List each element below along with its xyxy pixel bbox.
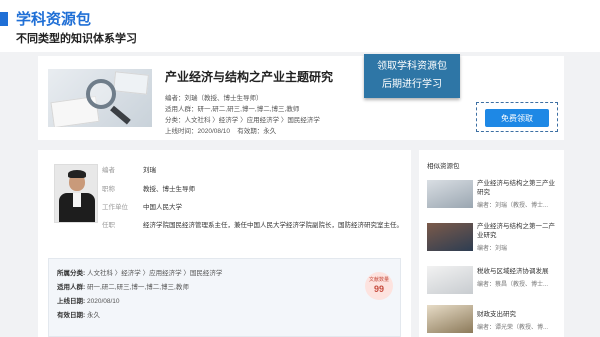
meta-label: 适用人群: [57, 284, 86, 291]
audience-value: 研一,研二,研三,博一,博二,博三,教师 [197, 106, 300, 113]
resource-meta-box: 所属分类: 人文社科 〉经济学 〉应用经济学 〉国民经济学 适用人群: 研一,研… [48, 258, 401, 337]
meta-value: 2020/08/10 [86, 298, 120, 305]
meta-label: 有效日期: [57, 312, 86, 319]
row-label: 职称 [102, 186, 115, 193]
paper-illustration [113, 71, 149, 95]
callout-line-2: 后期进行学习 [382, 79, 442, 90]
resource-info: 产业经济与结构之产业主题研究 编者：刘瑞（教授、博士生导师） 适用人群：研一,研… [165, 68, 333, 137]
author-avatar [54, 164, 98, 223]
related-item[interactable]: 税收与区域经济协调发展 编者：蔡昌（教授、博士... [427, 266, 559, 296]
resource-category: 分类：人文社科 〉经济学 〉应用经济学 〉国民经济学 [165, 115, 333, 126]
related-item-title[interactable]: 产业经济与结构之第一二产业研究 [477, 223, 559, 240]
related-thumbnail [427, 305, 473, 333]
avatar-shirt [73, 193, 81, 207]
related-item-editor: 编者：刘瑞 [477, 246, 508, 252]
related-thumbnail [427, 223, 473, 251]
page-subtitle: 不同类型的知识体系学习 [16, 33, 137, 45]
guide-callout: 领取学科资源包 后期进行学习 [364, 54, 460, 98]
meta-valid-date: 有效日期: 永久 [57, 309, 100, 319]
avatar-hair [68, 170, 86, 178]
audience-label: 适用人群： [165, 106, 198, 113]
related-item-title[interactable]: 财政支出研究 [477, 311, 559, 320]
resource-thumbnail[interactable] [48, 69, 152, 127]
magnifier-icon [86, 79, 116, 109]
related-item-editor: 编者：蔡昌（教授、博士... [477, 282, 549, 288]
related-item-editor: 编者：刘瑞（教授、博士... [477, 203, 549, 209]
meta-value[interactable]: 人文社科 〉经济学 〉应用经济学 〉国民经济学 [87, 270, 222, 277]
editor-value: 刘瑞（教授、博士生导师） [184, 95, 263, 102]
page-title: 学科资源包 [16, 11, 92, 28]
row-label: 任职 [102, 222, 115, 229]
meta-category: 所属分类: 人文社科 〉经济学 〉应用经济学 〉国民经济学 [57, 267, 222, 277]
page-header: 学科资源包 不同类型的知识体系学习 [0, 0, 600, 52]
related-item-editor: 编者：谭光荣（教授、博... [477, 325, 549, 331]
row-label: 工作单位 [102, 204, 128, 211]
row-label: 编者 [102, 167, 115, 174]
title-accent-bar [0, 12, 8, 26]
resource-name: 产业经济与结构之产业主题研究 [165, 70, 334, 84]
row-value: 经济学院国民经济管理系主任，兼任中国人民大学经济学院副院长，国防经济研究室主任。 [143, 222, 403, 229]
resource-audience: 适用人群：研一,研二,研三,博一,博二,博三,教师 [165, 104, 333, 115]
resource-editor: 编者：刘瑞（教授、博士生导师） [165, 93, 333, 104]
category-label: 分类： [165, 117, 185, 124]
online-date: 2020/08/10 [197, 128, 231, 135]
related-title: 相似资源包 [427, 163, 460, 170]
resource-dates: 上线时间：2020/08/10 有效期：永久 [165, 126, 333, 137]
meta-value: 永久 [86, 312, 100, 319]
free-claim-button[interactable]: 免费领取 [485, 109, 549, 127]
valid-label: 有效期： [237, 128, 264, 135]
author-row-title: 职称 教授、博士生导师 [102, 183, 195, 193]
related-item-title[interactable]: 税收与区域经济协调发展 [477, 268, 559, 277]
related-item[interactable]: 财政支出研究 编者：谭光荣（教授、博... [427, 305, 559, 335]
author-row-position: 任职 经济学院国民经济管理系主任，兼任中国人民大学经济学院副院长，国防经济研究室主… [102, 219, 403, 229]
callout-line-1: 领取学科资源包 [377, 61, 447, 72]
category-value[interactable]: 人文社科 〉经济学 〉应用经济学 〉国民经济学 [185, 117, 320, 124]
document-count-badge: 文献数量 99 [365, 272, 393, 300]
free-button-highlight: 免费领取 [476, 102, 558, 132]
row-value: 刘瑞 [143, 167, 156, 174]
related-item[interactable]: 产业经济与结构之第一二产业研究 编者：刘瑞 [427, 223, 559, 253]
meta-label: 上线日期: [57, 298, 86, 305]
related-item-title[interactable]: 产业经济与结构之第三产业研究 [477, 180, 559, 197]
row-value: 中国人民大学 [143, 204, 182, 211]
meta-online-date: 上线日期: 2020/08/10 [57, 295, 120, 305]
row-value: 教授、博士生导师 [143, 186, 195, 193]
document-count-value: 99 [373, 284, 384, 294]
valid-value: 永久 [263, 128, 277, 135]
related-item[interactable]: 产业经济与结构之第三产业研究 编者：刘瑞（教授、博士... [427, 180, 559, 210]
related-thumbnail [427, 266, 473, 294]
meta-label: 所属分类: [57, 270, 86, 277]
meta-value: 研一,研二,研三,博一,博二,博三,教师 [86, 284, 189, 291]
related-resources-panel: 相似资源包 产业经济与结构之第三产业研究 编者：刘瑞（教授、博士... 产业经济… [419, 150, 564, 337]
resource-detail-panel: 编者 刘瑞 职称 教授、博士生导师 工作单位 中国人民大学 任职 经济学院国民经济管理系… [38, 150, 411, 337]
document-count-label: 文献数量 [368, 277, 389, 283]
related-thumbnail [427, 180, 473, 208]
online-label: 上线时间： [165, 128, 198, 135]
editor-label: 编者： [165, 95, 185, 102]
author-row-employer: 工作单位 中国人民大学 [102, 201, 182, 211]
author-row-editor: 编者 刘瑞 [102, 164, 156, 174]
magnifier-handle [110, 105, 131, 125]
meta-audience: 适用人群: 研一,研二,研三,博一,博二,博三,教师 [57, 281, 189, 291]
